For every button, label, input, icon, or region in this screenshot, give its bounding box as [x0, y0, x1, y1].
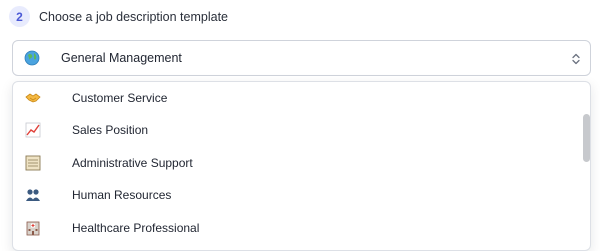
option-human-resources[interactable]: Human Resources	[13, 179, 573, 211]
hospital-icon	[24, 219, 42, 237]
selected-template-label: General Management	[61, 51, 182, 65]
option-customer-service[interactable]: Customer Service	[13, 82, 573, 114]
dropdown-scrollbar[interactable]	[583, 114, 590, 162]
option-label: Sales Position	[72, 123, 149, 137]
step-title: Choose a job description template	[39, 9, 229, 24]
globe-icon	[23, 50, 41, 66]
option-label: Customer Service	[72, 91, 168, 105]
ledger-icon	[24, 154, 42, 172]
option-label: Healthcare Professional	[72, 221, 200, 235]
option-label: Human Resources	[72, 188, 172, 202]
chart-increasing-icon	[24, 121, 42, 139]
template-dropdown-list: Customer Service Sales Position Administ…	[12, 81, 591, 251]
handshake-icon	[24, 89, 42, 107]
step-number-badge: 2	[9, 6, 30, 27]
option-administrative-support[interactable]: Administrative Support	[13, 147, 573, 179]
option-sales-position[interactable]: Sales Position	[13, 114, 573, 146]
job-template-select[interactable]: General Management	[12, 40, 591, 76]
chevron-up-down-icon	[571, 51, 581, 67]
step-header: 2 Choose a job description template	[9, 6, 228, 27]
people-icon	[24, 186, 42, 204]
option-label: Administrative Support	[72, 156, 193, 170]
option-healthcare-professional[interactable]: Healthcare Professional	[13, 212, 573, 244]
